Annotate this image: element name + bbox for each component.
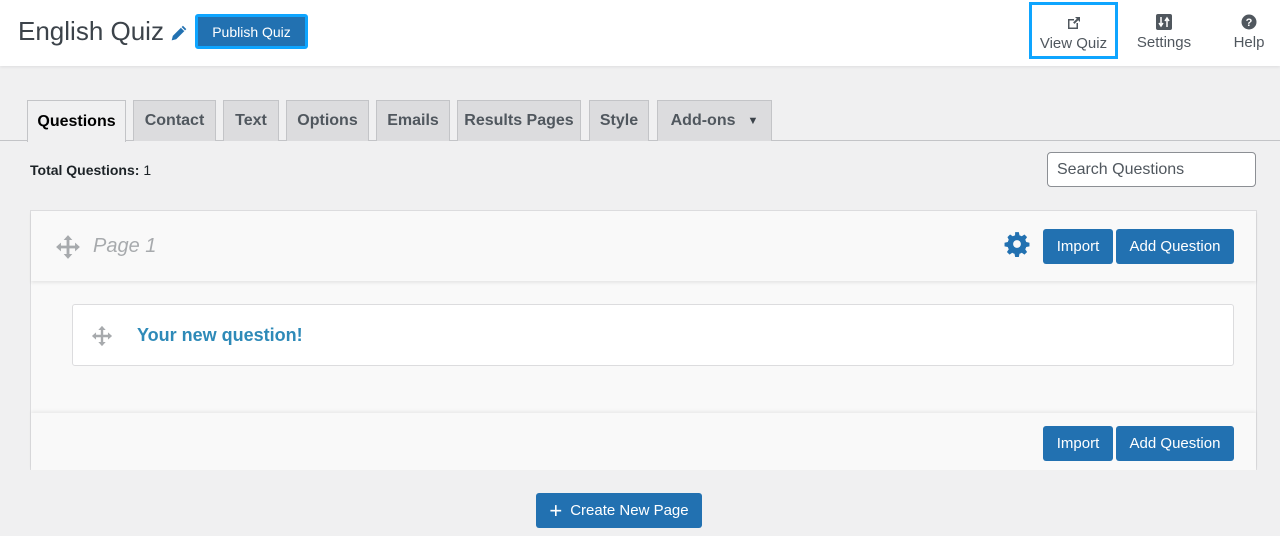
page-title: Page 1 [93,235,157,257]
pencil-icon[interactable] [170,24,188,42]
gear-icon[interactable] [1004,231,1030,257]
question-item: Your new question! [72,304,1234,366]
view-quiz-label: View Quiz [1039,35,1108,52]
page-footer: Import Add Question [31,413,1256,470]
help-label: Help [1233,34,1265,51]
tab-add-ons-label: Add-ons [670,112,736,129]
svg-text:?: ? [1246,17,1253,29]
page-header: Page 1 Import Add Question [31,211,1256,281]
publish-quiz-button[interactable]: Publish Quiz [195,14,308,49]
create-new-page-button[interactable]: + Create New Page [536,493,702,528]
search-questions-input[interactable] [1047,152,1256,187]
tab-questions[interactable]: Questions [27,100,126,142]
settings-button[interactable]: Settings [1133,8,1195,58]
tab-options[interactable]: Options [286,100,369,141]
quiz-title: English Quiz [18,16,164,46]
tab-contact[interactable]: Contact [133,100,216,141]
question-circle-icon: ? [1241,8,1257,30]
view-quiz-button[interactable]: View Quiz [1029,2,1118,59]
sort-icon [1156,8,1172,30]
total-questions-count: 1 [143,162,152,178]
plus-icon: + [549,497,563,523]
create-new-page-label: Create New Page [570,502,689,519]
top-bar: English Quiz Publish Quiz View Quiz Sett… [0,0,1280,66]
tab-bar: Questions Contact Text Options Emails Re… [0,100,1280,142]
move-icon[interactable] [91,325,113,347]
caret-down-icon: ▼ [747,115,759,127]
import-button[interactable]: Import [1043,229,1113,264]
quiz-page-panel: Page 1 Import Add Question Your new ques… [30,210,1257,470]
tab-emails[interactable]: Emails [376,100,450,141]
add-question-button[interactable]: Add Question [1116,229,1234,264]
add-question-button-bottom[interactable]: Add Question [1116,426,1234,461]
move-icon[interactable] [55,234,81,260]
tab-add-ons[interactable]: Add-ons ▼ [657,100,772,141]
total-questions-label: Total Questions: [30,162,140,178]
external-link-icon [1066,9,1082,31]
import-button-bottom[interactable]: Import [1043,426,1113,461]
tab-text[interactable]: Text [223,100,279,141]
tab-results-pages[interactable]: Results Pages [457,100,581,141]
tab-style[interactable]: Style [589,100,649,141]
help-button[interactable]: ? Help [1228,8,1270,58]
question-title[interactable]: Your new question! [137,325,303,346]
total-questions: Total Questions: 1 [30,162,151,178]
settings-label: Settings [1136,34,1192,51]
